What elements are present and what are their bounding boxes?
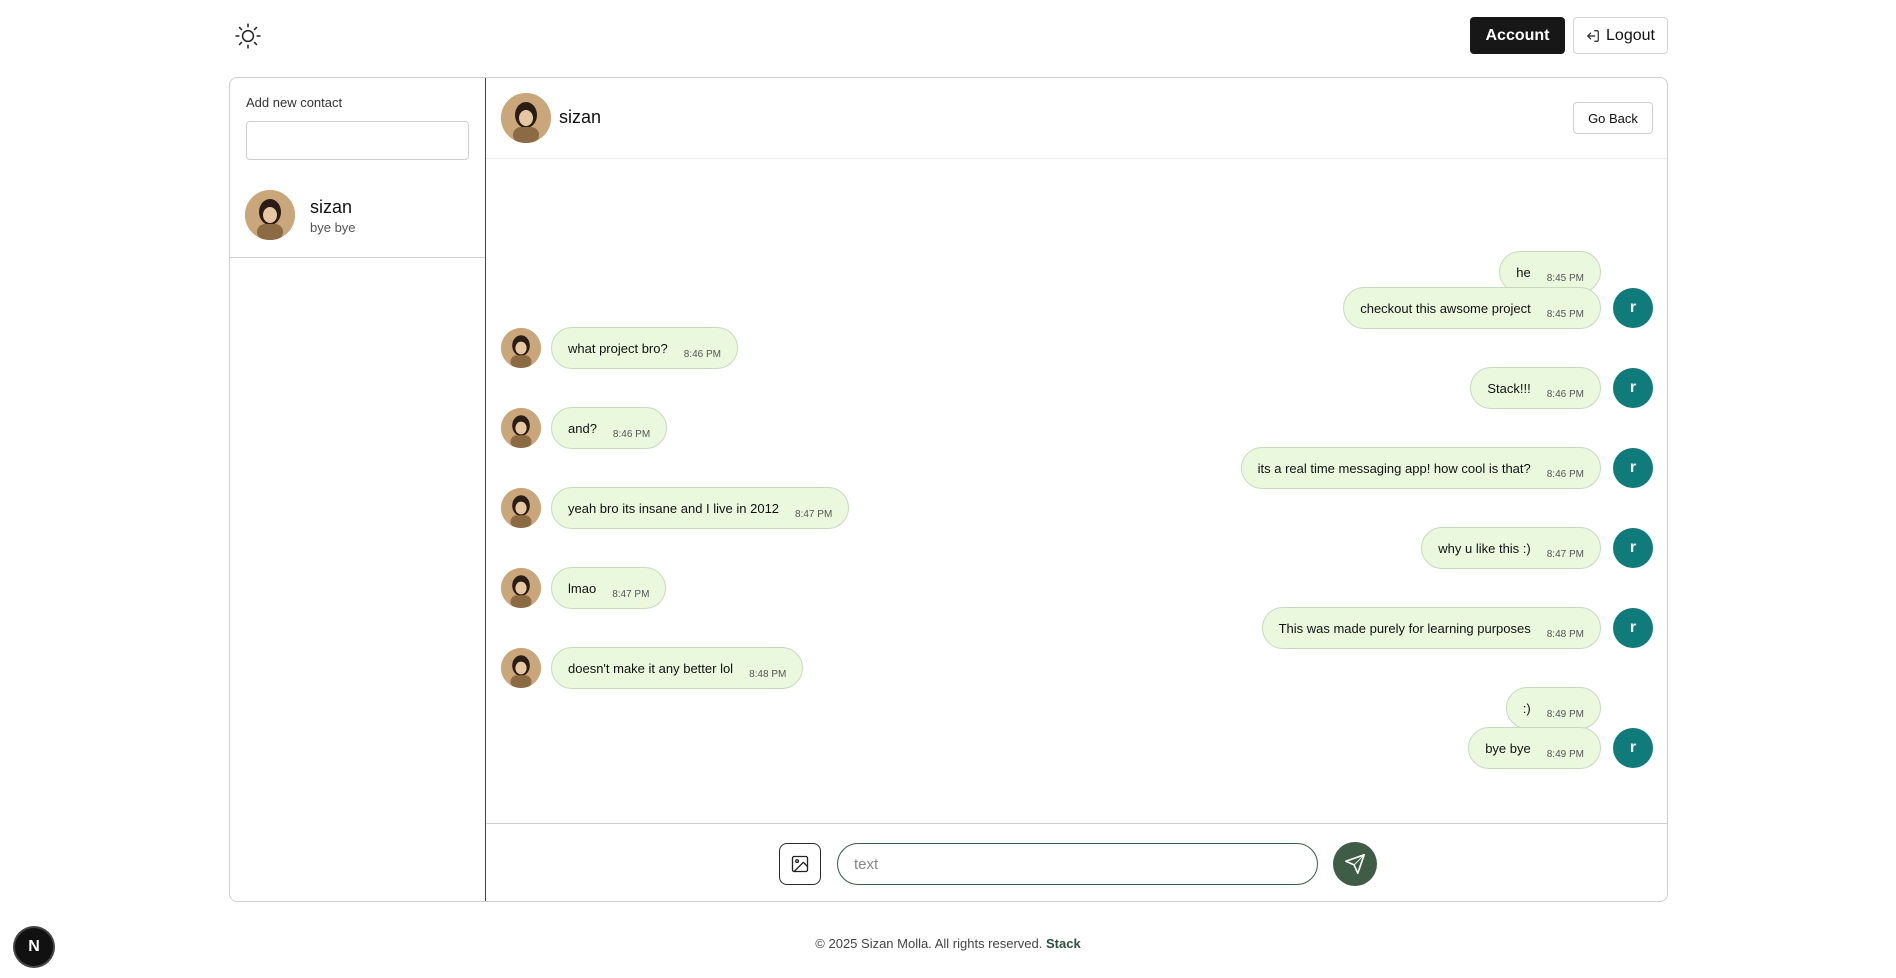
- message-text: lmao: [568, 580, 597, 596]
- add-contact-input[interactable]: [246, 121, 469, 160]
- contact-avatar: [501, 648, 541, 688]
- contact-avatar: [501, 328, 541, 368]
- logout-icon: [1587, 29, 1599, 42]
- self-avatar: r: [1613, 608, 1653, 648]
- contact-last-message: bye bye: [310, 220, 356, 235]
- send-button[interactable]: [1333, 842, 1377, 886]
- message-text: checkout this awsome project: [1360, 300, 1531, 316]
- message-bubble: doesn't make it any better lol 8:48 PM: [551, 647, 804, 689]
- message-list[interactable]: he 8:45 PM r checkout this awsome project 8:…: [486, 159, 1667, 822]
- message-text: This was made purely for learning purpos…: [1278, 620, 1531, 636]
- chat-pane: sizan Go Back he 8:45 PM r checkout this aw…: [486, 78, 1667, 901]
- self-avatar: r: [1613, 728, 1653, 768]
- footer: © 2025 Sizan Molla. All rights reserved.…: [0, 936, 1896, 951]
- message-time: 8:45 PM: [1546, 272, 1584, 284]
- contact-avatar: [501, 488, 541, 528]
- message-bubble: lmao 8:47 PM: [551, 567, 667, 609]
- message-time: 8:48 PM: [749, 668, 787, 680]
- contact-avatar: [501, 408, 541, 448]
- message-row: r bye bye 8:49 PM: [486, 727, 1667, 769]
- footer-copyright: © 2025 Sizan Molla. All rights reserved.: [815, 936, 1043, 951]
- go-back-label: Go Back: [1588, 110, 1638, 126]
- message-time: 8:49 PM: [1546, 748, 1584, 760]
- message-row: :) 8:49 PM: [486, 687, 1667, 729]
- self-avatar: r: [1613, 528, 1653, 568]
- contact-item-sizan[interactable]: sizan bye bye: [230, 176, 485, 258]
- go-back-button[interactable]: Go Back: [1573, 102, 1653, 134]
- message-row: r checkout this awsome project 8:45 PM: [486, 287, 1667, 329]
- message-text: bye bye: [1485, 740, 1531, 756]
- contact-name: sizan: [310, 197, 353, 217]
- chat-contact-name: sizan: [559, 107, 602, 127]
- message-text: doesn't make it any better lol: [568, 660, 734, 676]
- chat-app-panel: Add new contact sizan bye bye sizan Go B…: [229, 77, 1668, 902]
- send-icon: [1345, 854, 1365, 874]
- message-bubble: yeah bro its insane and I live in 2012 8:…: [551, 487, 850, 529]
- message-bubble: and? 8:46 PM: [551, 407, 668, 449]
- message-text: yeah bro its insane and I live in 2012: [568, 500, 780, 516]
- dev-badge-letter: N: [28, 938, 40, 955]
- image-icon: [791, 855, 809, 873]
- message-bubble: checkout this awsome project 8:45 PM: [1343, 287, 1601, 329]
- message-time: 8:47 PM: [612, 588, 650, 600]
- logout-label: Logout: [1606, 26, 1655, 44]
- message-time: 8:47 PM: [795, 508, 833, 520]
- message-time: 8:46 PM: [683, 348, 721, 360]
- chat-avatar: [501, 93, 551, 143]
- message-input[interactable]: [837, 843, 1318, 885]
- message-row: r This was made purely for learning purpo…: [486, 607, 1667, 649]
- message-row: lmao 8:47 PM: [486, 567, 1667, 609]
- message-row: yeah bro its insane and I live in 2012 8:…: [486, 487, 1667, 529]
- message-bubble: its a real time messaging app! how cool …: [1240, 447, 1601, 489]
- message-time: 8:46 PM: [612, 428, 651, 440]
- contact-avatar: [245, 190, 295, 240]
- message-row: r its a real time messaging app! how cool…: [486, 447, 1667, 489]
- message-bubble: bye bye 8:49 PM: [1468, 727, 1601, 769]
- message-text: what project bro?: [568, 340, 668, 356]
- message-row: and? 8:46 PM: [486, 407, 1667, 449]
- message-text: :): [1522, 700, 1531, 716]
- message-time: 8:48 PM: [1546, 628, 1584, 640]
- message-bubble: what project bro? 8:46 PM: [551, 327, 738, 369]
- self-avatar: r: [1613, 288, 1653, 328]
- message-time: 8:46 PM: [1546, 388, 1584, 400]
- message-composer: [486, 823, 1667, 901]
- message-time: 8:47 PM: [1546, 548, 1584, 560]
- logout-button[interactable]: Logout: [1573, 17, 1668, 54]
- sun-icon[interactable]: [232, 20, 264, 52]
- message-text: why u like this :): [1438, 540, 1531, 556]
- message-text: Stack!!!: [1487, 380, 1531, 396]
- message-row: r why u like this :) 8:47 PM: [486, 527, 1667, 569]
- add-contact-label: Add new contact: [246, 95, 343, 110]
- message-time: 8:45 PM: [1546, 308, 1584, 320]
- message-row: doesn't make it any better lol 8:48 PM: [486, 647, 1667, 689]
- message-text: and?: [568, 420, 597, 436]
- message-bubble: :) 8:49 PM: [1505, 687, 1601, 729]
- contact-avatar: [501, 568, 541, 608]
- contacts-sidebar: Add new contact sizan bye bye: [230, 78, 486, 901]
- message-text: he: [1516, 264, 1531, 280]
- dev-tools-badge[interactable]: N: [15, 928, 53, 966]
- message-text: its a real time messaging app! how cool …: [1257, 460, 1531, 476]
- account-button[interactable]: Account: [1470, 17, 1565, 54]
- footer-brand[interactable]: Stack: [1046, 936, 1081, 951]
- self-avatar: r: [1613, 448, 1653, 488]
- account-label: Account: [1485, 26, 1550, 44]
- message-row: what project bro? 8:46 PM: [486, 327, 1667, 369]
- chat-header: sizan Go Back: [486, 78, 1667, 159]
- image-upload-button[interactable]: [779, 843, 821, 885]
- message-time: 8:46 PM: [1546, 468, 1584, 480]
- message-row: r Stack!!! 8:46 PM: [486, 367, 1667, 409]
- message-bubble: why u like this :) 8:47 PM: [1421, 527, 1601, 569]
- message-bubble: Stack!!! 8:46 PM: [1470, 367, 1601, 409]
- top-bar: Account Logout: [0, 0, 1896, 72]
- self-avatar: r: [1613, 368, 1653, 408]
- message-time: 8:49 PM: [1546, 708, 1584, 720]
- message-bubble: This was made purely for learning purpos…: [1261, 607, 1601, 649]
